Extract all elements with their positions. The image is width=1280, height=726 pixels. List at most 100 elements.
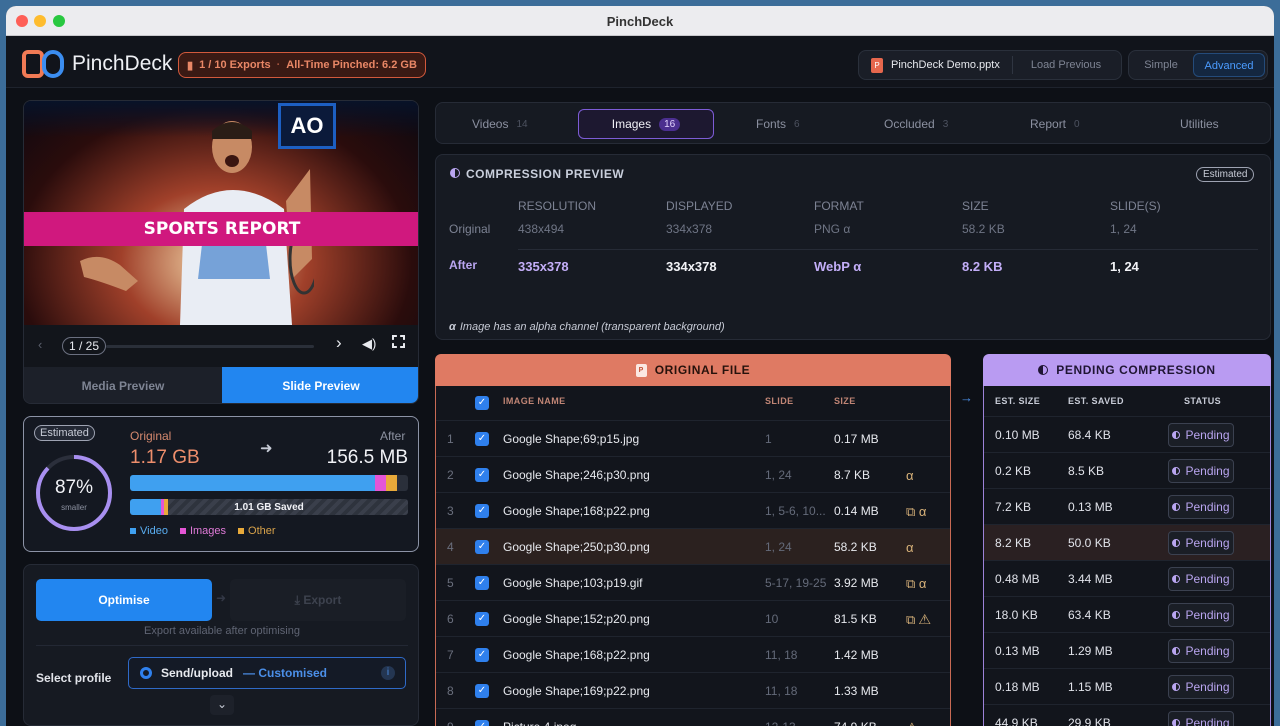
row-checkbox[interactable]: ✓: [475, 576, 489, 590]
profile-select[interactable]: Send/upload — Customised i: [128, 657, 406, 689]
table-row[interactable]: 3 ✓ Google Shape;168;p22.png 1, 5-6, 10... 0…: [436, 492, 950, 528]
row-checkbox[interactable]: ✓: [475, 648, 489, 662]
est-saved: 8.5 KB: [1068, 464, 1105, 478]
slide-preview-tab[interactable]: Slide Preview: [222, 367, 418, 403]
simple-mode-button[interactable]: Simple: [1129, 59, 1193, 71]
table-row[interactable]: 18.0 KB 63.4 KB Pending: [984, 596, 1270, 632]
table-row[interactable]: 8.2 KB 50.0 KB Pending: [984, 524, 1270, 560]
slide-progress-track[interactable]: [106, 345, 314, 348]
row-checkbox[interactable]: ✓: [475, 468, 489, 482]
info-icon[interactable]: i: [381, 666, 395, 680]
table-row[interactable]: 7 ✓ Google Shape;168;p22.png 11, 18 1.42 MB: [436, 636, 950, 672]
image-size: 58.2 KB: [834, 540, 877, 554]
pending-compression-table: EST. SIZE EST. SAVED STATUS 0.10 MB 68.4 …: [983, 386, 1271, 726]
alpha-note: Image has an alpha channel (transparent …: [459, 321, 725, 333]
row-checkbox[interactable]: ✓: [475, 720, 489, 726]
exports-pill[interactable]: ▮ 1 / 10 Exports · All-Time Pinched: 6.2…: [178, 52, 426, 78]
row-checkbox[interactable]: ✓: [475, 504, 489, 518]
load-previous-button[interactable]: Load Previous: [1031, 59, 1101, 71]
media-preview-tab[interactable]: Media Preview: [24, 367, 222, 403]
header-format: FORMAT: [814, 199, 864, 213]
image-size: 1.42 MB: [834, 648, 879, 662]
table-row[interactable]: 0.10 MB 68.4 KB Pending: [984, 416, 1270, 452]
table-row[interactable]: 7.2 KB 0.13 MB Pending: [984, 488, 1270, 524]
col-size: SIZE: [834, 396, 856, 406]
row-number: 6: [447, 612, 454, 626]
image-slides: 11, 18: [765, 684, 798, 698]
row-checkbox[interactable]: ✓: [475, 612, 489, 626]
tab-images[interactable]: Images 16: [578, 109, 714, 139]
table-row[interactable]: 4 ✓ Google Shape;250;p30.png 1, 24 58.2 KB α: [436, 528, 950, 564]
table-row[interactable]: 0.2 KB 8.5 KB Pending: [984, 452, 1270, 488]
image-flags-icon: ⚠: [906, 720, 918, 726]
table-row[interactable]: 0.48 MB 3.44 MB Pending: [984, 560, 1270, 596]
row-checkbox[interactable]: ✓: [475, 432, 489, 446]
image-size: 0.17 MB: [834, 432, 879, 446]
row-checkbox[interactable]: ✓: [475, 684, 489, 698]
volume-icon[interactable]: ◀): [362, 336, 376, 352]
savings-panel: Estimated 87% smaller Original 1.17 GB ➜…: [23, 416, 419, 552]
image-slides: 1, 24: [765, 468, 792, 482]
image-size: 81.5 KB: [834, 612, 877, 626]
est-saved: 68.4 KB: [1068, 428, 1111, 442]
image-name: Picture 4.jpeg: [503, 720, 576, 726]
table-row[interactable]: 44.9 KB 29.9 KB Pending: [984, 704, 1270, 726]
row-checkbox[interactable]: ✓: [475, 540, 489, 554]
pptx-file-icon: P: [635, 363, 647, 377]
original-resolution: 438x494: [518, 222, 565, 236]
row-number: 8: [447, 684, 454, 698]
image-size: 3.92 MB: [834, 576, 879, 590]
table-row[interactable]: 0.13 MB 1.29 MB Pending: [984, 632, 1270, 668]
advanced-mode-button[interactable]: Advanced: [1193, 53, 1265, 77]
image-flags-icon: ⧉ ⚠: [906, 612, 931, 627]
table-row[interactable]: 1 ✓ Google Shape;69;p15.jpg 1 0.17 MB: [436, 420, 950, 456]
fullscreen-icon[interactable]: [392, 335, 405, 348]
est-size: 18.0 KB: [995, 608, 1038, 622]
pending-icon: [1172, 503, 1181, 511]
est-saved: 63.4 KB: [1068, 608, 1111, 622]
next-slide-icon[interactable]: ›: [336, 333, 342, 353]
row-number: 5: [447, 576, 454, 590]
pending-icon: [1172, 431, 1181, 439]
expand-chevron-icon[interactable]: ⌄: [210, 695, 234, 715]
file-selector[interactable]: P PinchDeck Demo.pptx Load Previous: [858, 50, 1122, 80]
bar-legend: Video Images Other: [130, 525, 276, 537]
app-header: PinchDeck ▮ 1 / 10 Exports · All-Time Pi…: [6, 36, 1274, 88]
table-row[interactable]: 6 ✓ Google Shape;152;p20.png 10 81.5 KB ⧉ ⚠: [436, 600, 950, 636]
table-row[interactable]: 8 ✓ Google Shape;169;p22.png 11, 18 1.33 MB: [436, 672, 950, 708]
status-badge: Pending: [1168, 603, 1234, 627]
image-name: Google Shape;169;p22.png: [503, 684, 650, 698]
file-name: PinchDeck Demo.pptx: [891, 59, 1000, 71]
est-saved: 29.9 KB: [1068, 716, 1111, 726]
table-row[interactable]: 9 ✓ Picture 4.jpeg 12-13 74.9 KB ⚠: [436, 708, 950, 726]
row-number: 3: [447, 504, 454, 518]
col-est-size: EST. SIZE: [995, 396, 1041, 406]
optimise-button[interactable]: Optimise: [36, 579, 212, 621]
tab-videos[interactable]: Videos 14: [472, 109, 528, 139]
export-button[interactable]: ⤓ Export: [230, 579, 406, 621]
select-all-checkbox[interactable]: ✓: [475, 396, 489, 410]
col-est-saved: EST. SAVED: [1068, 396, 1124, 406]
pending-compression-header: PENDING COMPRESSION: [983, 354, 1271, 386]
tab-occluded[interactable]: Occluded 3: [884, 109, 948, 139]
table-row[interactable]: 2 ✓ Google Shape;246;p30.png 1, 24 8.7 KB α: [436, 456, 950, 492]
image-size: 8.7 KB: [834, 468, 871, 482]
pending-icon: [1172, 719, 1181, 726]
select-profile-label: Select profile: [36, 671, 112, 685]
status-badge: Pending: [1168, 675, 1234, 699]
pending-icon: [1172, 683, 1181, 691]
image-slides: 1: [765, 432, 772, 446]
original-displayed: 334x378: [666, 222, 713, 236]
tab-report[interactable]: Report 0: [1030, 109, 1080, 139]
est-size: 0.18 MB: [995, 680, 1040, 694]
after-size: 8.2 KB: [962, 259, 1003, 274]
previous-slide-icon[interactable]: ‹: [38, 337, 42, 352]
original-size-bar: [130, 475, 408, 491]
slide-counter: 1 / 25: [62, 337, 107, 355]
table-row[interactable]: 5 ✓ Google Shape;103;p19.gif 5-17, 19-25 3.9…: [436, 564, 950, 600]
half-circle-icon: [1038, 365, 1049, 375]
preview-panel: AO SPORTS REPORT ‹ 1 / 25 › ◀) Media Pre…: [23, 100, 419, 404]
table-row[interactable]: 0.18 MB 1.15 MB Pending: [984, 668, 1270, 704]
tab-fonts[interactable]: Fonts 6: [756, 109, 800, 139]
tab-utilities[interactable]: Utilities: [1180, 109, 1219, 139]
